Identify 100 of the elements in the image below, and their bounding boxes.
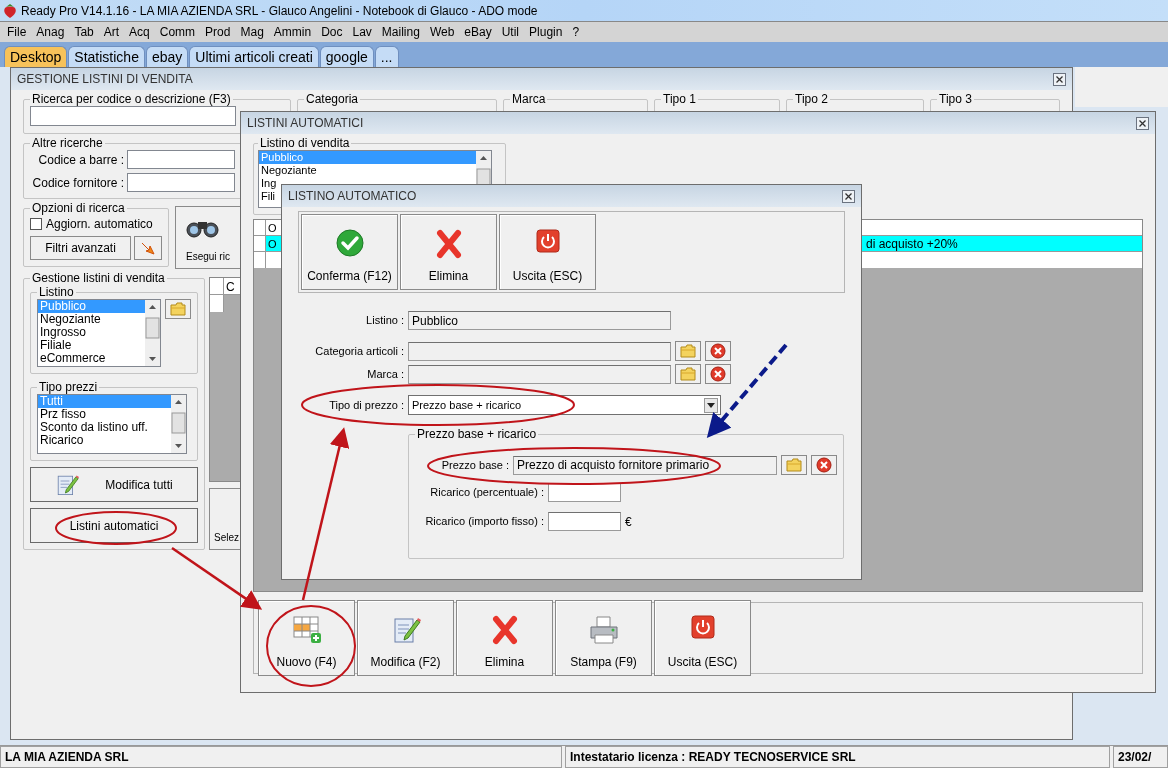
list-item[interactable]: Ricarico [38,434,171,447]
menu-item[interactable]: eBay [459,23,497,41]
group-label: Prezzo base + ricarico [416,427,538,441]
status-text: Intestatario licenza : READY TECNOSERVICE SRL [565,746,1110,768]
close-icon [1136,116,1149,130]
menu-item[interactable]: Anag [31,23,70,41]
advanced-filters-button[interactable]: Filtri avanzati [30,236,131,260]
toolbar-button[interactable]: Uscita (ESC) [499,214,596,290]
field-label: Codice a barre : [37,151,124,169]
folder-button[interactable] [675,341,701,361]
tab[interactable]: Ultimi articoli creati [189,46,319,67]
menu-item[interactable]: Comm [154,23,201,41]
menu-item[interactable]: Tab [69,23,99,41]
input-field[interactable] [408,364,671,384]
group-label: Marca [511,92,547,106]
list-item[interactable]: Prz fisso [38,408,171,421]
menu-item[interactable]: Acq [124,23,155,41]
toolbar-button[interactable]: Nuovo (F4) [258,600,355,676]
folder-button[interactable] [675,364,701,384]
list-item[interactable]: Negoziante [259,164,476,177]
menu-item[interactable]: File [2,23,32,41]
table-cell-text: O [267,237,276,251]
list-item[interactable]: Sconto da listino uff. [38,421,171,434]
group-label: Listino [38,285,75,299]
menu-item[interactable]: Doc [316,23,348,41]
input-field[interactable] [408,341,671,361]
group-label: Opzioni di ricerca [31,201,126,215]
arrow-button[interactable] [134,236,162,260]
strawberry-icon [3,2,17,19]
clear-button[interactable] [811,455,837,475]
dropdown[interactable]: Prezzo base + ricarico [408,395,721,415]
scrollbar [145,300,160,366]
app-title: Ready Pro V14.1.16 - LA MIA AZIENDA SRL - Glauco Angelini - Notebook di Glauco - ADO mode [21,2,538,20]
clear-icon [710,366,726,382]
checkbox[interactable] [30,218,42,230]
column-header: O [267,221,277,235]
toolbar-button[interactable]: Elimina [400,214,497,290]
toolbar-button[interactable]: Elimina [456,600,553,676]
group-label: Ricerca per codice o descrizione (F3) [31,92,232,106]
group-label: Gestione listini di vendita [31,271,166,285]
menu-item[interactable]: Ammin [268,23,317,41]
cross-icon [434,229,463,259]
toolbar-button[interactable]: Conferma (F12) [301,214,398,290]
group-label: Listino di vendita [259,136,351,150]
menu-item[interactable]: Plugin [524,23,568,41]
action-button[interactable]: Modifica tutti [30,467,198,502]
field-label: Codice fornitore : [31,174,124,192]
table-cell: di acquisto +20% [866,236,958,251]
clear-button[interactable] [705,341,731,361]
input-field[interactable] [127,173,235,192]
status-text: 23/02/ [1113,746,1168,768]
action-button[interactable]: Listini automatici [30,508,198,543]
menu-item[interactable]: Art [98,23,125,41]
menu-item[interactable]: Util [496,23,525,41]
status-text: LA MIA AZIENDA SRL [0,746,562,768]
list-item[interactable]: Ingrosso [38,326,145,339]
field-label: Listino : [365,313,404,329]
currency-symbol: € [625,513,632,531]
menu-item[interactable]: Web [424,23,460,41]
input-field[interactable]: Prezzo di acquisto fornitore primario [513,455,777,475]
grid-plus-icon [291,615,322,645]
search-field[interactable] [30,106,236,126]
group-label: Altre ricerche [31,136,104,150]
list-item[interactable]: eCommerce [38,352,145,365]
clear-icon [816,457,832,473]
checkbox-label: Aggiorn. automatico [46,216,153,233]
list-item[interactable]: Filiale [38,339,145,352]
close-button[interactable] [1136,116,1149,130]
menu-item[interactable]: Lav [347,23,377,41]
window-title: GESTIONE LISTINI DI VENDITA [17,71,193,88]
group-label: Tipo 1 [662,92,697,106]
input-field[interactable] [548,512,621,531]
field-label: Marca : [366,366,404,382]
check-icon [335,229,364,257]
tab[interactable]: ... [374,46,399,67]
folder-button[interactable] [781,455,807,475]
menu-item[interactable]: Prod [200,23,236,41]
caret-icon [707,402,715,408]
close-button[interactable] [1053,72,1066,86]
input-field[interactable] [127,150,235,169]
tab[interactable]: Desktop [4,46,68,67]
toolbar-button[interactable]: Uscita (ESC) [654,600,751,676]
clear-button[interactable] [705,364,731,384]
group-label: Categoria [305,92,360,106]
menu-item[interactable]: Mailing [376,23,425,41]
tab[interactable]: Statistiche [68,46,145,67]
input-field[interactable]: Pubblico [408,311,671,330]
toolbar-button[interactable]: Stampa (F9) [555,600,652,676]
close-button[interactable] [842,189,855,203]
list-item[interactable]: Negoziante [38,313,145,326]
folder-button[interactable] [165,299,191,319]
group-label: Tipo 3 [938,92,973,106]
menu-item[interactable]: Mag [235,23,269,41]
folder-icon [680,367,696,381]
tab[interactable]: google [319,46,374,67]
menu-item[interactable]: ? [567,23,585,41]
toolbar-button[interactable]: Modifica (F2) [357,600,454,676]
close-icon [1053,72,1066,86]
power-icon [535,229,560,253]
tab[interactable]: ebay [145,46,189,67]
